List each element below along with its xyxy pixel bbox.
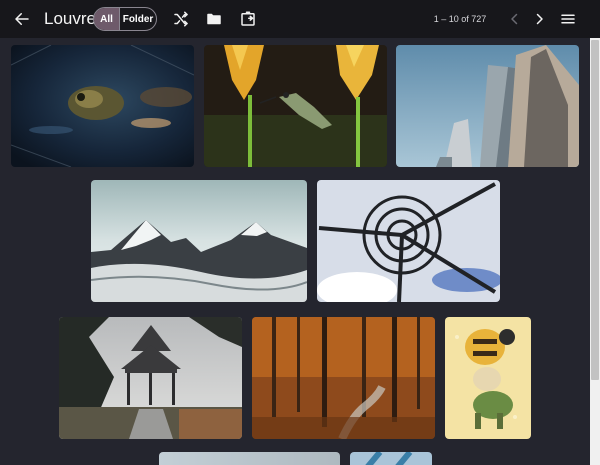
move-to-folder-icon (241, 11, 255, 26)
move-to-folder-button[interactable] (236, 7, 260, 31)
folder-button[interactable] (202, 7, 226, 31)
partial-image-2 (350, 452, 432, 465)
app-title: Louvre (44, 9, 96, 28)
scrollbar-thumb[interactable] (591, 40, 599, 380)
gallery-image-autumn-forest[interactable] (252, 317, 435, 439)
pagination-text: 1 – 10 of 727 (433, 14, 487, 24)
autumn-forest-image (252, 317, 435, 439)
frog-image (11, 45, 194, 167)
spiral-sculpture-image (317, 180, 500, 302)
arrow-left-icon (15, 13, 29, 25)
back-button[interactable] (10, 7, 34, 31)
gallery-image-illustration[interactable] (445, 317, 531, 439)
mountains-image (91, 180, 307, 302)
gazebo-image (59, 317, 242, 439)
app-window: Louvre All Folder 1 – 10 of 727 (0, 0, 600, 465)
previous-page-button[interactable] (503, 7, 527, 31)
gallery-image-spiral-sculpture[interactable] (317, 180, 500, 302)
shuffle-icon (174, 11, 188, 27)
partial-image-1 (159, 452, 340, 465)
filter-all-button[interactable]: All (94, 8, 119, 30)
menu-button[interactable] (556, 7, 580, 31)
gallery-image-mountains[interactable] (91, 180, 307, 302)
gallery-image-frog[interactable] (11, 45, 194, 167)
filter-folder-button[interactable]: Folder (119, 8, 156, 30)
chevron-right-icon (536, 13, 543, 25)
chevron-left-icon (511, 13, 518, 25)
top-app-bar: Louvre All Folder 1 – 10 of 727 (0, 0, 600, 38)
gallery-image-skyscrapers[interactable] (396, 45, 579, 167)
skyscrapers-image (396, 45, 579, 167)
shuffle-button[interactable] (169, 7, 193, 31)
filter-toggle: All Folder (93, 7, 157, 31)
folder-icon (207, 13, 221, 25)
hamburger-menu-icon (561, 14, 575, 24)
gallery-image-partial-2[interactable] (350, 452, 432, 465)
gallery-image-partial-1[interactable] (159, 452, 340, 465)
next-page-button[interactable] (527, 7, 551, 31)
gallery-image-hummingbird[interactable] (204, 45, 387, 167)
illustration-image (445, 317, 531, 439)
vertical-scrollbar[interactable] (590, 38, 600, 465)
gallery-image-gazebo[interactable] (59, 317, 242, 439)
hummingbird-image (204, 45, 387, 167)
image-gallery (0, 38, 590, 465)
